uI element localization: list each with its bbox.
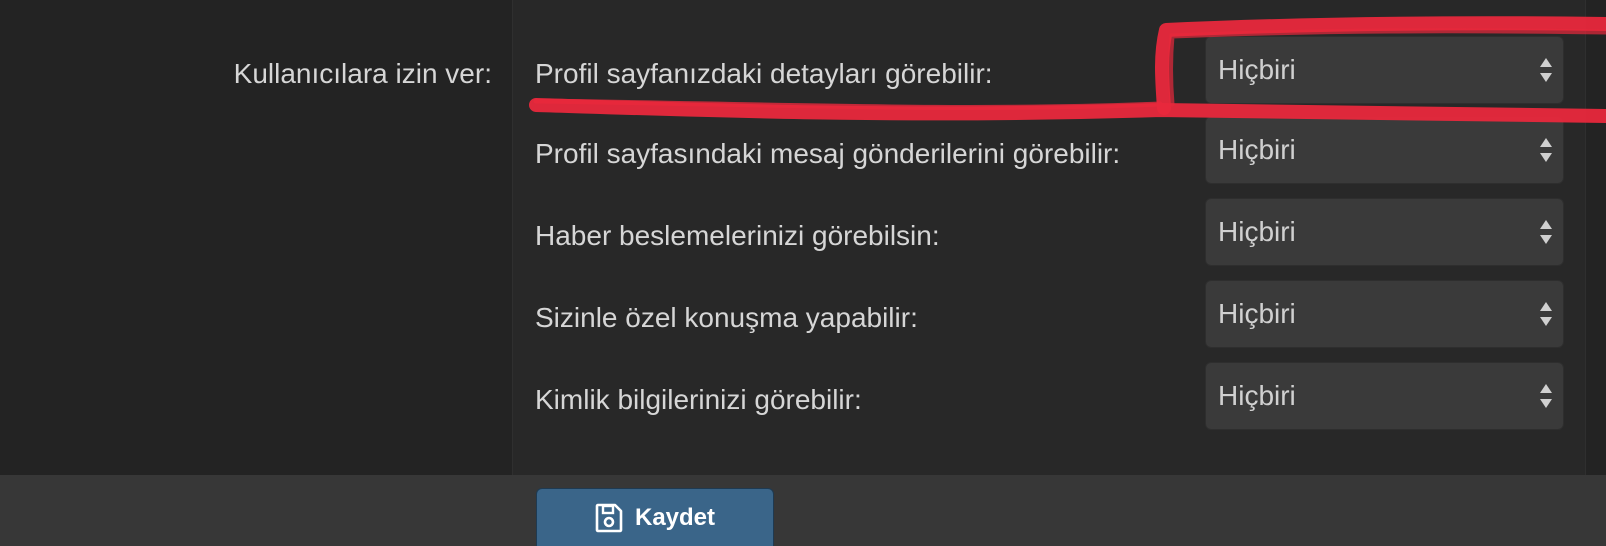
select-private-chat[interactable]: Hiçbiri bbox=[1205, 280, 1564, 348]
select-value: Hiçbiri bbox=[1218, 134, 1296, 165]
updown-arrows-icon bbox=[1540, 58, 1552, 82]
save-button-label: Kaydet bbox=[634, 503, 716, 531]
privacy-settings-page: Kullanıcılara izin ver: Profil sayfanızd… bbox=[0, 0, 1606, 546]
select-value: Hiçbiri bbox=[1218, 298, 1296, 329]
row-label-profile-posts: Profil sayfasındaki mesaj gönderilerini … bbox=[535, 138, 1121, 169]
select-profile-posts[interactable]: Hiçbiri bbox=[1205, 116, 1564, 184]
select-news-feed[interactable]: Hiçbiri bbox=[1205, 198, 1564, 266]
updown-arrows-icon bbox=[1540, 384, 1552, 408]
select-value: Hiçbiri bbox=[1218, 380, 1296, 411]
select-value: Hiçbiri bbox=[1218, 216, 1296, 247]
row-label-news-feed: Haber beslemelerinizi görebilsin: bbox=[535, 220, 940, 251]
updown-arrows-icon bbox=[1540, 138, 1552, 162]
row-label-profile-details: Profil sayfanızdaki detayları görebilir: bbox=[535, 58, 993, 89]
form-footer bbox=[0, 475, 1606, 546]
row-label-private-chat: Sizinle özel konuşma yapabilir: bbox=[535, 302, 918, 333]
select-identity[interactable]: Hiçbiri bbox=[1205, 362, 1564, 430]
select-profile-details[interactable]: Hiçbiri bbox=[1205, 36, 1564, 104]
row-label-identity: Kimlik bilgilerinizi görebilir: bbox=[535, 384, 862, 415]
floppy-disk-icon bbox=[595, 503, 623, 532]
save-button[interactable]: Kaydet bbox=[536, 488, 774, 546]
updown-arrows-icon bbox=[1540, 220, 1552, 244]
section-label: Kullanıcılara izin ver: bbox=[233, 58, 492, 89]
select-value: Hiçbiri bbox=[1218, 54, 1296, 85]
right-gutter bbox=[1585, 0, 1606, 475]
updown-arrows-icon bbox=[1540, 302, 1552, 326]
